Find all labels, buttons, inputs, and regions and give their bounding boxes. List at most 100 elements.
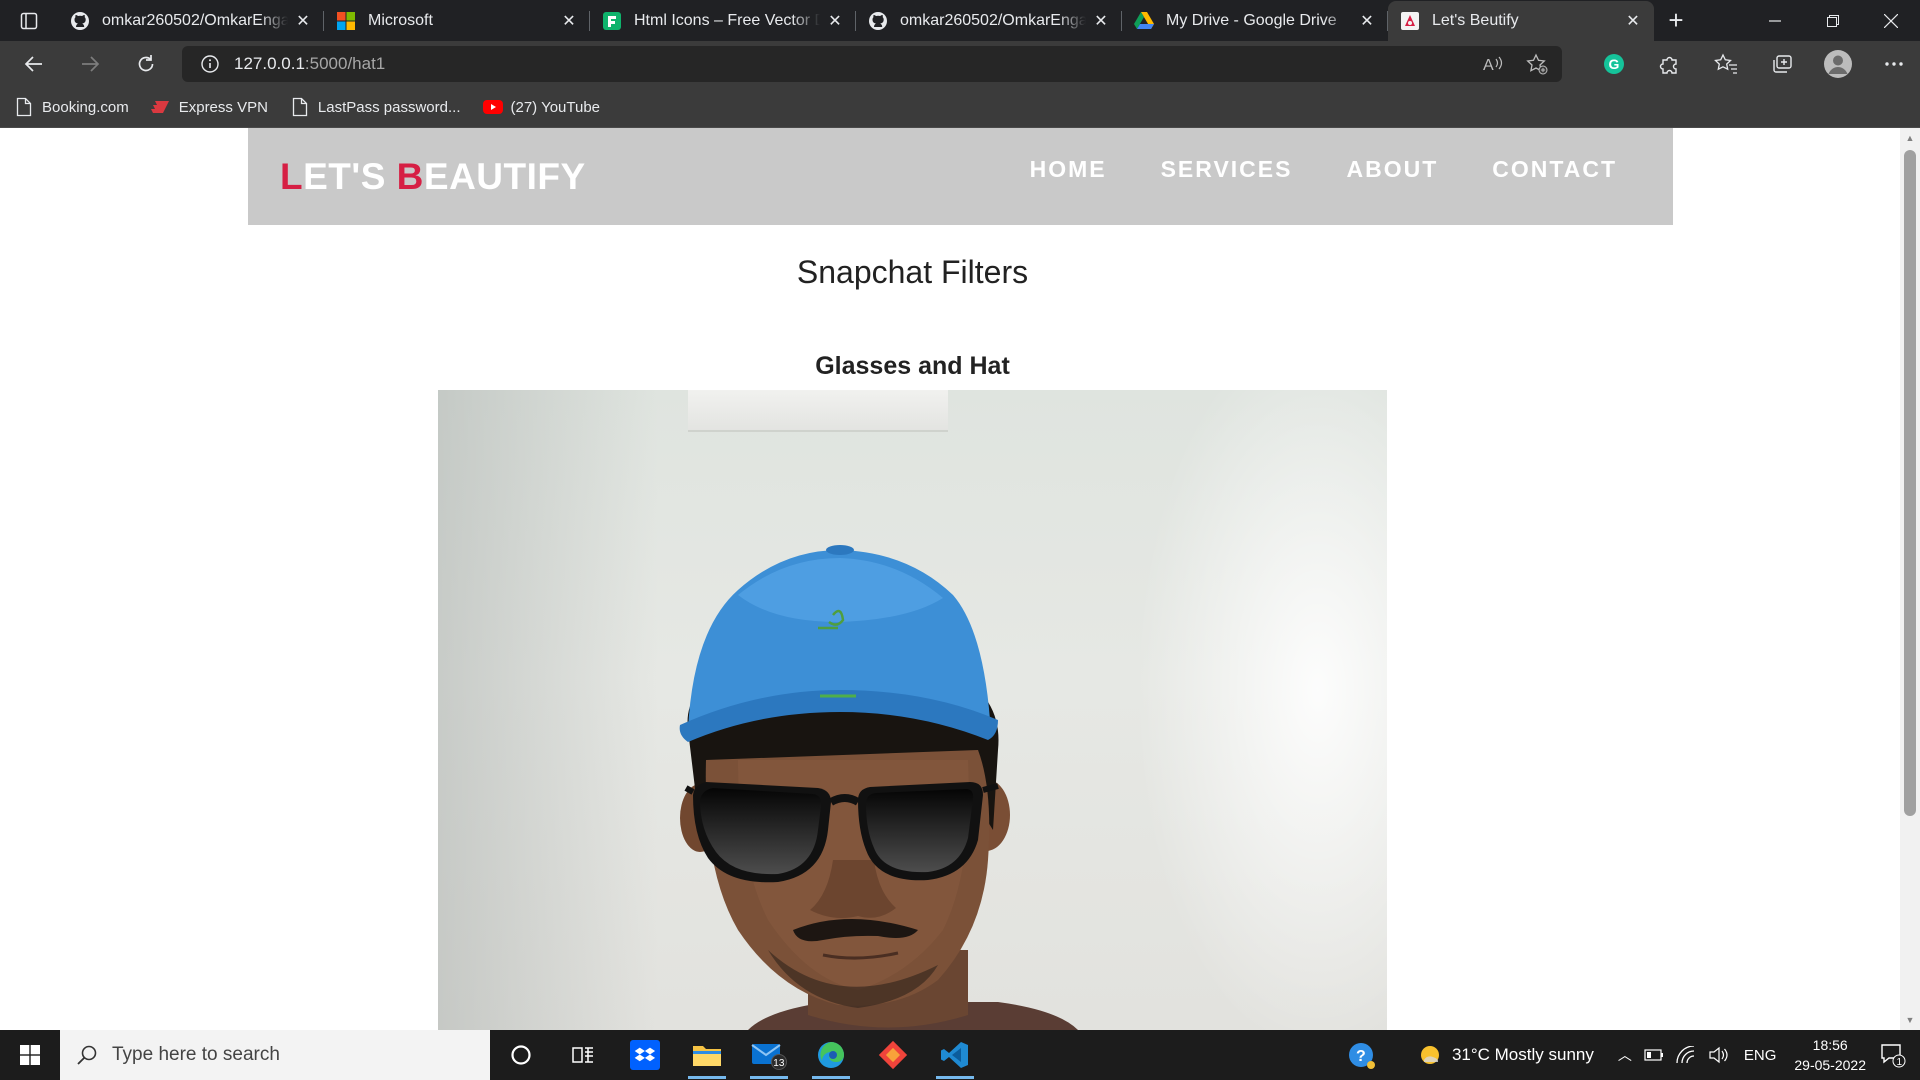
new-tab-button[interactable]: + <box>1654 0 1698 41</box>
tab-google-drive[interactable]: My Drive - Google Drive ✕ <box>1122 1 1388 41</box>
close-tab-icon[interactable]: ✕ <box>826 12 844 30</box>
bookmark-youtube[interactable]: (27) YouTube <box>482 97 600 117</box>
scroll-up-arrow-icon[interactable]: ▲ <box>1900 130 1920 146</box>
tab-github-1[interactable]: omkar260502/OmkarEngag ✕ <box>58 1 324 41</box>
cortana-button[interactable] <box>490 1030 552 1080</box>
restore-icon <box>1827 14 1839 27</box>
site-logo[interactable]: LET'S BEAUTIFY <box>280 156 586 198</box>
taskbar-clock[interactable]: 18:56 29-05-2022 <box>1794 1035 1866 1075</box>
nav-contact-link[interactable]: CONTACT <box>1492 156 1617 183</box>
dropbox-button[interactable] <box>614 1030 676 1080</box>
favorites-icon <box>1714 53 1737 74</box>
forward-button[interactable] <box>62 41 118 87</box>
logo-text-2: EAUTIFY <box>423 156 586 197</box>
show-hidden-icons-button[interactable]: ︿ <box>1618 1045 1632 1065</box>
start-button[interactable] <box>0 1030 60 1080</box>
restore-button[interactable] <box>1804 0 1862 41</box>
extensions-button[interactable] <box>1642 41 1698 87</box>
bookmark-expressvpn[interactable]: Express VPN <box>150 97 268 117</box>
clock-date: 29-05-2022 <box>1794 1057 1866 1073</box>
collections-button[interactable] <box>1754 41 1810 87</box>
windows-taskbar: Type here to search 13 ? 31°C Mostly sun… <box>0 1030 1920 1080</box>
help-button[interactable]: ? <box>1346 1040 1376 1070</box>
vscode-button[interactable] <box>924 1030 986 1080</box>
wifi-icon <box>1676 1046 1694 1064</box>
tab-github-2[interactable]: omkar260502/OmkarEngag ✕ <box>856 1 1122 41</box>
github-icon <box>868 11 888 31</box>
page-scrollbar[interactable]: ▲ ▼ <box>1900 128 1920 1030</box>
file-explorer-button[interactable] <box>676 1030 738 1080</box>
section-title: Glasses and Hat <box>815 352 1010 380</box>
grammarly-icon: G <box>1604 54 1624 74</box>
weather-widget[interactable]: 31°C Mostly sunny <box>1416 1041 1594 1069</box>
nav-home-link[interactable]: HOME <box>1030 156 1107 183</box>
nav-services-link[interactable]: SERVICES <box>1161 156 1293 183</box>
puzzle-icon <box>1659 56 1677 74</box>
logo-text-1: ET'S <box>303 156 397 197</box>
browser-tab-bar: omkar260502/OmkarEngag ✕ Microsoft ✕ Htm… <box>0 0 1920 41</box>
page-icon <box>290 97 310 117</box>
minimize-icon <box>1769 19 1781 22</box>
close-tab-icon[interactable]: ✕ <box>560 12 578 30</box>
refresh-button[interactable] <box>118 41 174 87</box>
collections-icon <box>1773 55 1792 73</box>
grammarly-extension-button[interactable]: G <box>1586 41 1642 87</box>
volume-button[interactable] <box>1708 1046 1728 1064</box>
close-tab-icon[interactable]: ✕ <box>1358 12 1376 30</box>
tab-actions-button[interactable] <box>0 0 58 41</box>
svg-text:?: ? <box>1356 1048 1366 1065</box>
svg-text:A: A <box>1483 57 1494 74</box>
close-tab-icon[interactable]: ✕ <box>1092 12 1110 30</box>
url-path: :5000/hat1 <box>304 54 386 73</box>
profile-button[interactable] <box>1810 41 1866 87</box>
tab-microsoft[interactable]: Microsoft ✕ <box>324 1 590 41</box>
scroll-down-arrow-icon[interactable]: ▼ <box>1900 1012 1920 1028</box>
anydesk-icon <box>878 1040 908 1070</box>
page-icon <box>14 97 34 117</box>
taskbar-search[interactable]: Type here to search <box>60 1030 490 1080</box>
nav-about-link[interactable]: ABOUT <box>1346 156 1438 183</box>
close-window-button[interactable] <box>1862 0 1920 41</box>
input-language-button[interactable]: ENG <box>1740 1047 1777 1064</box>
windows-logo-icon <box>20 1045 40 1065</box>
anydesk-button[interactable] <box>862 1030 924 1080</box>
edge-browser-button[interactable] <box>800 1030 862 1080</box>
close-icon <box>1884 13 1898 28</box>
address-bar[interactable]: 127.0.0.1:5000/hat1 A <box>182 46 1562 82</box>
volume-icon <box>1709 1046 1728 1064</box>
vscode-icon <box>941 1042 968 1068</box>
add-favorite-icon[interactable] <box>1526 53 1548 75</box>
close-tab-icon[interactable]: ✕ <box>1624 12 1642 30</box>
tab-html-icons[interactable]: Html Icons – Free Vector Do ✕ <box>590 1 856 41</box>
url-text[interactable]: 127.0.0.1:5000/hat1 <box>234 54 385 74</box>
toolbar-extensions: G <box>1586 41 1920 87</box>
scrollbar-thumb[interactable] <box>1904 150 1916 816</box>
minimize-button[interactable] <box>1746 0 1804 41</box>
battery-button[interactable] <box>1644 1049 1664 1061</box>
edge-icon <box>818 1042 844 1068</box>
google-drive-icon <box>1134 11 1154 31</box>
clock-time: 18:56 <box>1812 1037 1848 1053</box>
logo-letter-l: L <box>280 156 304 197</box>
tab-title: omkar260502/OmkarEngag <box>102 12 288 29</box>
favorites-button[interactable] <box>1698 41 1754 87</box>
back-button[interactable] <box>6 41 62 87</box>
tab-lets-beutify[interactable]: Let's Beutify ✕ <box>1388 1 1654 41</box>
bookmark-booking[interactable]: Booking.com <box>14 97 129 117</box>
read-aloud-icon[interactable]: A <box>1482 54 1504 74</box>
help-icon: ? <box>1348 1043 1375 1069</box>
close-tab-icon[interactable]: ✕ <box>294 12 312 30</box>
svg-text:G: G <box>1609 56 1620 72</box>
search-icon <box>77 1045 97 1065</box>
network-button[interactable] <box>1676 1046 1696 1064</box>
task-view-button[interactable] <box>552 1030 614 1080</box>
mail-button[interactable]: 13 <box>738 1030 800 1080</box>
url-host: 127.0.0.1 <box>234 54 305 73</box>
notification-icon: 1 <box>1881 1044 1906 1068</box>
webcam-video-feed <box>438 390 1387 1030</box>
bookmark-lastpass[interactable]: LastPass password... <box>290 97 461 117</box>
notification-center-button[interactable]: 1 <box>1880 1042 1906 1068</box>
site-info-icon[interactable] <box>200 54 220 74</box>
microsoft-icon <box>336 11 356 31</box>
settings-more-button[interactable] <box>1866 41 1920 87</box>
